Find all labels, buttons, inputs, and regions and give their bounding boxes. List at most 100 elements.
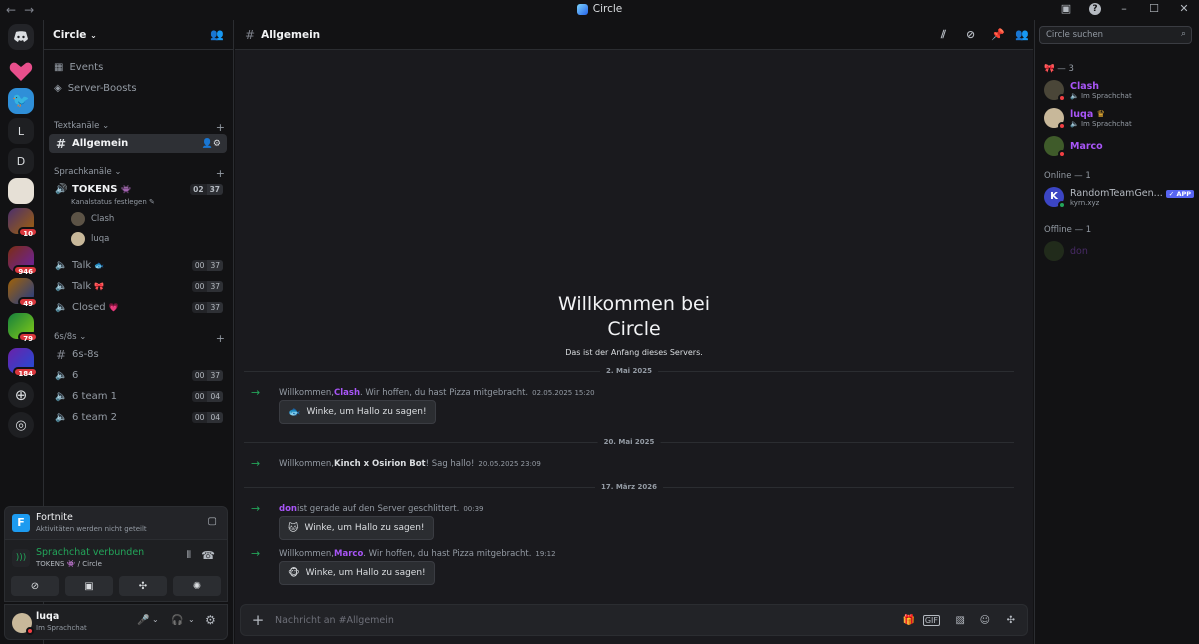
apps-icon[interactable]: ✣ (1007, 615, 1015, 626)
search-input[interactable]: Circle suchen ⌕ (1039, 26, 1192, 44)
channel-status[interactable]: Kanalstatus festlegen ✎ (71, 198, 155, 206)
channel-6s-8s[interactable]: #6s-8s (49, 345, 227, 364)
add-channel-icon[interactable]: + (216, 332, 225, 345)
voice-user-luqa[interactable]: luqa (71, 232, 109, 246)
server-folder-4[interactable]: 184 (8, 348, 38, 378)
member-list-icon[interactable]: 👥 (1015, 28, 1029, 41)
threads-icon[interactable]: ⫽ (941, 28, 946, 42)
member-marco[interactable]: Marco (1044, 136, 1103, 158)
server-heart[interactable] (8, 58, 34, 84)
gift-icon[interactable]: 🎁 (903, 615, 915, 626)
inbox-icon[interactable]: ▣ (1059, 2, 1073, 15)
explore-icon[interactable]: ◎ (8, 412, 34, 438)
discord-icon (14, 31, 28, 42)
voice-user-clash[interactable]: Clash (71, 212, 114, 226)
add-server-icon[interactable]: ⊕ (8, 382, 34, 408)
member-randomteamgen[interactable]: K RandomTeamGen... ✓ APP kyrn.xyz (1044, 187, 1195, 209)
msg-user[interactable]: Kinch x Osirion Bot (334, 459, 426, 469)
user-count: 02 (190, 184, 207, 195)
member-clash[interactable]: Clash 🔈 Im Sprachchat (1044, 80, 1132, 102)
welcome-title-line2: Circle (607, 318, 661, 340)
chevron-down-icon[interactable]: ⌄ (152, 615, 159, 624)
maximize-icon[interactable]: ☐ (1147, 2, 1161, 15)
server-header[interactable]: Circle ⌄ 👥 (44, 20, 233, 50)
server-folder-3[interactable]: 79 (8, 313, 38, 343)
channel-6[interactable]: 🔈 6 00 37 (49, 366, 227, 385)
invite-icon[interactable]: 👥 (210, 28, 224, 41)
pin-icon[interactable]: 📌 (991, 28, 1005, 41)
channel-talk-2[interactable]: 🔈 Talk 🎀 00 37 (49, 277, 227, 296)
channel-6-team-2[interactable]: 🔈 6 team 2 00 04 (49, 408, 227, 427)
settings-gear-icon[interactable]: ⚙ (205, 613, 216, 627)
home-button[interactable] (8, 24, 34, 50)
server-blue[interactable]: 🐦 (8, 88, 34, 114)
activities-button[interactable]: ✣ (119, 576, 167, 596)
category-text[interactable]: Textkanäle ⌄ + (54, 121, 225, 134)
channel-talk-1[interactable]: 🔈 Talk 🐟 00 37 (49, 256, 227, 275)
signal-icon[interactable]: ))) (12, 549, 30, 567)
system-message: → Willkommen, Marco. Wir hoffen, du hast… (251, 547, 556, 560)
channel-allgemein[interactable]: # Allgemein 👤⚙ (49, 134, 227, 153)
channel-6-team-1[interactable]: 🔈 6 team 1 00 04 (49, 387, 227, 406)
server-folder-1[interactable]: 946 (8, 246, 38, 276)
server-image-1[interactable] (8, 178, 34, 204)
message-composer[interactable]: + Nachricht an #Allgemein 🎁 GIF ▧ ☺ ✣ (240, 604, 1028, 636)
add-channel-icon[interactable]: + (216, 167, 225, 180)
member-group-header: 🎀 — 3 (1044, 64, 1074, 74)
channel-closed[interactable]: 🔈 Closed 💗 00 37 (49, 298, 227, 317)
mute-notifications-icon[interactable]: ⊘ (966, 28, 975, 41)
date-divider: 20. Mai 2025 (244, 438, 1014, 446)
server-image-2[interactable]: 10 (8, 208, 38, 238)
server-l[interactable]: L (8, 118, 34, 144)
avatar[interactable] (12, 613, 34, 635)
emoji-icon[interactable]: ☺ (980, 615, 990, 626)
server-d[interactable]: D (8, 148, 34, 174)
activity-sub: Aktivitäten werden nicht geteilt (36, 525, 147, 533)
soundboard-button[interactable]: ✺ (173, 576, 221, 596)
voice-user-name: Clash (91, 214, 115, 224)
category-voice[interactable]: Sprachkanäle ⌄ + (54, 167, 225, 180)
voice-server-name: / Circle (77, 560, 102, 568)
chevron-down-icon[interactable]: ⌄ (188, 615, 195, 624)
disconnect-icon[interactable]: ☎ (201, 549, 215, 562)
channel-settings-icon[interactable]: 👤⚙ (202, 139, 221, 149)
msg-user[interactable]: Clash (334, 388, 360, 398)
help-icon[interactable]: ? (1089, 2, 1101, 15)
noise-suppression-icon[interactable]: ⦀ (187, 550, 191, 561)
gif-icon[interactable]: GIF (922, 614, 940, 626)
unread-badge: 79 (18, 332, 38, 343)
msg-user[interactable]: Marco (334, 549, 363, 559)
member-name: Marco (1070, 140, 1103, 152)
voice-channel-info[interactable]: TOKENS 👾 / Circle (36, 560, 102, 568)
member-group-offline: Offline — 1 (1044, 225, 1092, 235)
camera-off-button[interactable]: ⊘ (11, 576, 59, 596)
sticker-picker-icon[interactable]: ▧ (956, 615, 965, 626)
close-icon[interactable]: ✕ (1177, 2, 1191, 15)
ghost-emoji-icon: 👾 (120, 185, 131, 194)
channel-tokens[interactable]: 🔊 TOKENS 👾 02 37 (49, 180, 227, 199)
join-arrow-icon: → (251, 547, 261, 560)
microphone-icon[interactable]: 🎤 (137, 615, 149, 626)
speaker-icon: 🔈 (55, 370, 68, 381)
category-6s8s[interactable]: 6s/8s ⌄ + (54, 332, 225, 345)
member-luqa[interactable]: luqa ♛ 🔈 Im Sprachchat (1044, 108, 1132, 130)
add-channel-icon[interactable]: + (216, 121, 225, 134)
minimize-icon[interactable]: – (1117, 2, 1131, 15)
date-divider: 17. März 2026 (244, 483, 1014, 491)
wave-button[interactable]: 🐵 Winke, um Hallo zu sagen! (279, 561, 435, 585)
msg-user[interactable]: don (279, 504, 297, 514)
member-don[interactable]: don (1044, 241, 1088, 261)
server-folder-2[interactable]: 49 (8, 278, 38, 308)
join-arrow-icon: → (251, 386, 261, 399)
screen-share-button[interactable]: ▣ (65, 576, 113, 596)
nav-events[interactable]: ▦ Events (54, 62, 103, 73)
activity-share-icon[interactable]: ▢ (208, 516, 217, 527)
wave-button[interactable]: 🐱 Winke, um Hallo zu sagen! (279, 516, 434, 540)
user-limit: 00 37 (191, 302, 223, 313)
headphones-icon[interactable]: 🎧 (171, 615, 183, 626)
wave-button[interactable]: 🐟 Winke, um Hallo zu sagen! (279, 400, 436, 424)
composer-placeholder[interactable]: Nachricht an #Allgemein (275, 615, 394, 626)
add-attachment-icon[interactable]: + (241, 611, 275, 629)
nav-server-boosts[interactable]: ◈ Server-Boosts (54, 83, 137, 94)
dnd-status-icon (26, 627, 34, 635)
